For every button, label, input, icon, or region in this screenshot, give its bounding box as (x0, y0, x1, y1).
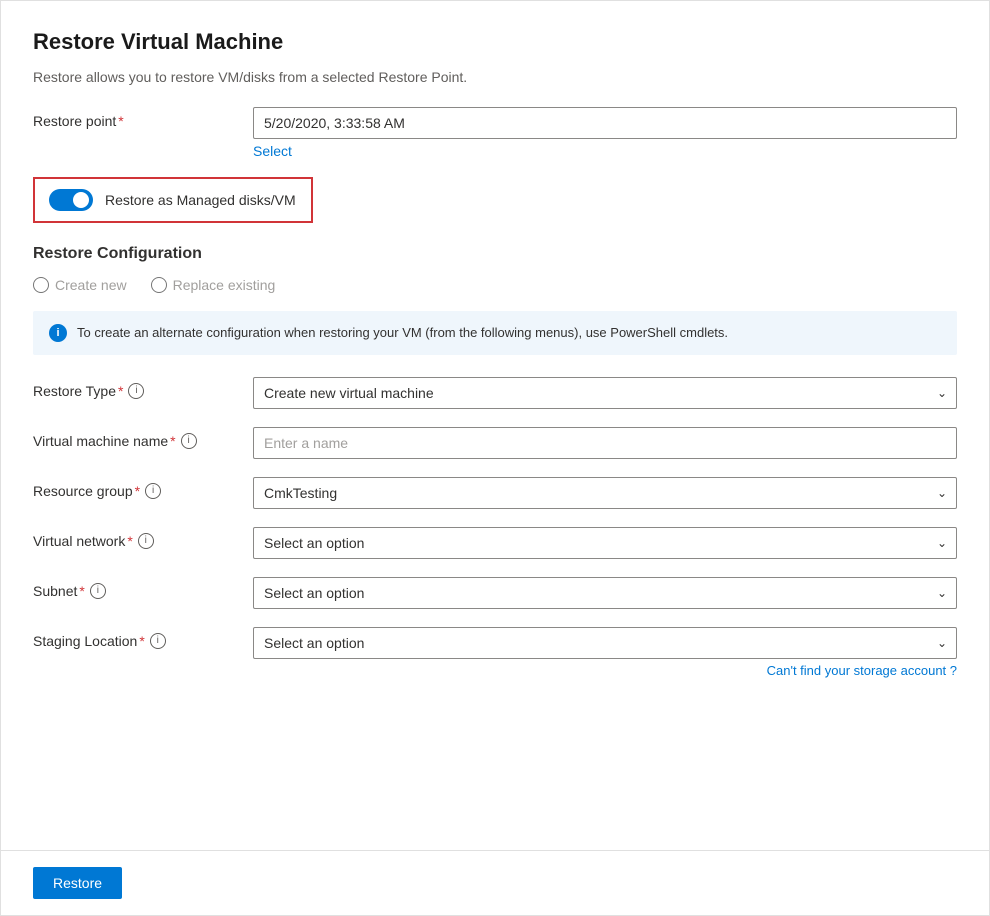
restore-type-required: * (118, 383, 123, 399)
subnet-required: * (79, 583, 84, 599)
radio-group: Create new Replace existing (33, 277, 957, 293)
subnet-info-icon[interactable]: i (90, 583, 106, 599)
vm-name-info-icon[interactable]: i (181, 433, 197, 449)
restore-type-info-icon[interactable]: i (128, 383, 144, 399)
vm-name-input[interactable] (253, 427, 957, 459)
subnet-select[interactable]: Select an option (253, 577, 957, 609)
virtual-network-row: Virtual network * i Select an option ⌄ (33, 527, 957, 559)
subnet-row: Subnet * i Select an option ⌄ (33, 577, 957, 609)
toggle-row: Restore as Managed disks/VM (33, 177, 313, 223)
toggle-label: Restore as Managed disks/VM (105, 192, 296, 208)
info-banner: i To create an alternate configuration w… (33, 311, 957, 355)
restore-point-row: Restore point * Select (33, 107, 957, 159)
restore-point-input[interactable] (253, 107, 957, 139)
subnet-control: Select an option ⌄ (253, 577, 957, 609)
resource-group-select[interactable]: CmkTesting (253, 477, 957, 509)
resource-group-label: Resource group * i (33, 477, 253, 499)
footer: Restore (1, 850, 989, 915)
virtual-network-info-icon[interactable]: i (138, 533, 154, 549)
managed-disk-toggle[interactable] (49, 189, 93, 211)
radio-replace-existing-label: Replace existing (173, 277, 276, 293)
toggle-slider (49, 189, 93, 211)
restore-type-label: Restore Type * i (33, 377, 253, 399)
resource-group-info-icon[interactable]: i (145, 483, 161, 499)
staging-location-select-wrap: Select an option ⌄ (253, 627, 957, 659)
vm-name-control (253, 427, 957, 459)
page-subtitle: Restore allows you to restore VM/disks f… (33, 69, 957, 85)
cant-find-storage-link[interactable]: Can't find your storage account ? (253, 663, 957, 678)
restore-type-select[interactable]: Create new virtual machine Restore disks (253, 377, 957, 409)
staging-location-select[interactable]: Select an option (253, 627, 957, 659)
resource-group-control: CmkTesting ⌄ (253, 477, 957, 509)
resource-group-row: Resource group * i CmkTesting ⌄ (33, 477, 957, 509)
virtual-network-control: Select an option ⌄ (253, 527, 957, 559)
restore-point-label: Restore point * (33, 107, 253, 129)
staging-location-row: Staging Location * i Select an option ⌄ … (33, 627, 957, 678)
restore-config-header: Restore Configuration (33, 245, 957, 263)
vm-name-row: Virtual machine name * i (33, 427, 957, 459)
resource-group-required: * (135, 483, 140, 499)
restore-button[interactable]: Restore (33, 867, 122, 899)
virtual-network-label: Virtual network * i (33, 527, 253, 549)
virtual-network-required: * (127, 533, 132, 549)
staging-location-required: * (139, 633, 144, 649)
radio-create-new[interactable]: Create new (33, 277, 127, 293)
info-banner-text: To create an alternate configuration whe… (77, 323, 728, 343)
staging-location-info-icon[interactable]: i (150, 633, 166, 649)
staging-location-control: Select an option ⌄ Can't find your stora… (253, 627, 957, 678)
vm-name-required: * (170, 433, 175, 449)
main-content: Restore Virtual Machine Restore allows y… (1, 1, 989, 850)
vm-name-label: Virtual machine name * i (33, 427, 253, 449)
restore-point-control: Select (253, 107, 957, 159)
staging-location-label: Staging Location * i (33, 627, 253, 649)
info-icon: i (49, 324, 67, 342)
restore-point-select-link[interactable]: Select (253, 143, 292, 159)
page-container: Restore Virtual Machine Restore allows y… (0, 0, 990, 916)
restore-point-required: * (118, 113, 123, 129)
virtual-network-select[interactable]: Select an option (253, 527, 957, 559)
radio-create-new-label: Create new (55, 277, 127, 293)
radio-replace-existing[interactable]: Replace existing (151, 277, 276, 293)
page-title: Restore Virtual Machine (33, 29, 957, 55)
restore-type-control: Create new virtual machine Restore disks… (253, 377, 957, 409)
subnet-label: Subnet * i (33, 577, 253, 599)
restore-type-row: Restore Type * i Create new virtual mach… (33, 377, 957, 409)
